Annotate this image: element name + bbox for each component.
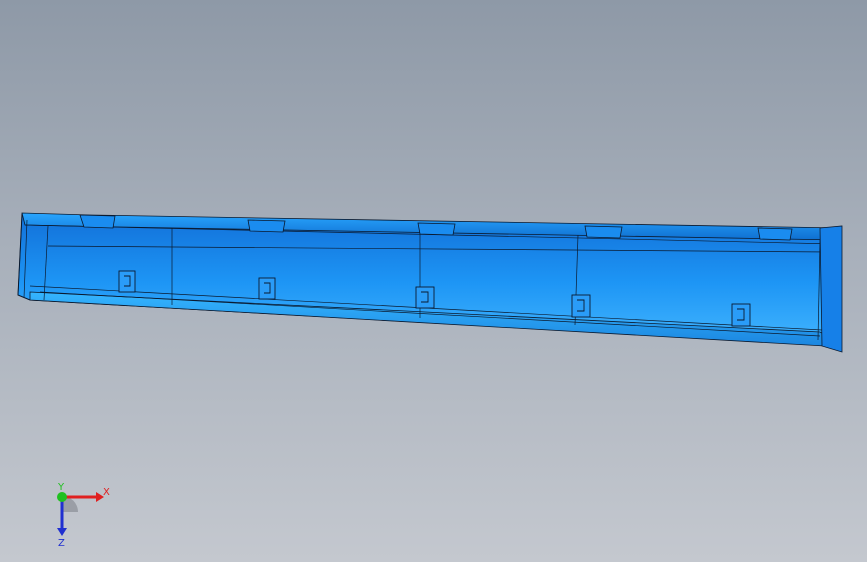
top-tab-1 [79, 214, 116, 229]
part-right-end-cap [819, 225, 843, 353]
top-tab-5 [757, 227, 793, 241]
z-axis-label: Z [58, 538, 65, 549]
clip-1 [118, 270, 136, 293]
top-tab-2 [247, 219, 286, 233]
top-tab-3 [417, 222, 456, 236]
clip-2 [258, 277, 276, 300]
reference-triad: X Y Z [57, 482, 110, 549]
clip-3 [415, 286, 435, 309]
y-axis-label: Y [57, 482, 65, 493]
model-part-view[interactable] [0, 0, 867, 562]
x-axis-label: X [103, 487, 110, 498]
clip-4 [571, 294, 591, 318]
3d-graphics-viewport[interactable]: X Y Z [0, 0, 867, 562]
y-axis-icon [57, 492, 67, 502]
clip-5 [731, 303, 751, 327]
top-tab-4 [584, 225, 623, 239]
